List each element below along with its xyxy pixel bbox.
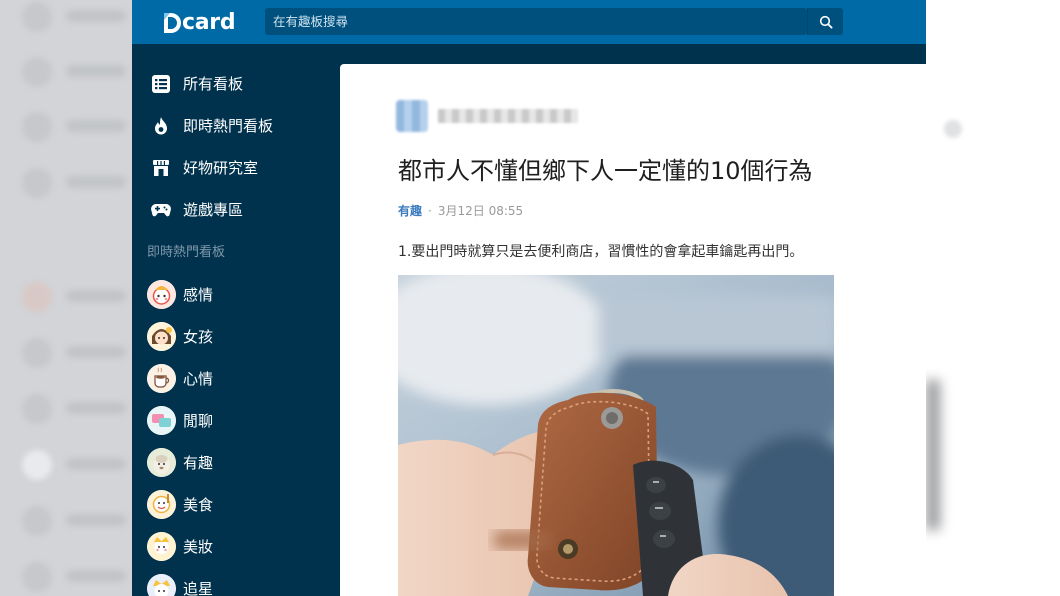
board-avatar [147,448,176,477]
post-photo [398,275,834,596]
sidebar-board-mood[interactable]: 心情 [132,361,340,397]
board-avatar [147,490,176,519]
sidebar-board-label: 閒聊 [183,412,214,430]
meta-separator: · [428,204,432,218]
sidebar-item-label: 即時熱門看板 [183,117,274,135]
sidebar-board-girl[interactable]: 女孩 [132,319,340,355]
background-row [22,112,126,142]
search-box[interactable] [265,8,807,35]
background-row [22,394,126,424]
board-avatar [147,280,176,309]
sidebar-item-label: 好物研究室 [183,159,259,177]
sidebar-board-label: 感情 [183,286,214,304]
sidebar-board-chat[interactable]: 閒聊 [132,403,340,439]
post-card: 都市人不懂但鄉下人一定懂的10個行為 有趣 · 3月12日 08:55 1.要出門時… [340,64,926,596]
board-avatar [147,574,176,596]
sidebar-item-goods-lab[interactable]: 好物研究室 [132,148,340,188]
dcard-logo-text: card [182,10,236,35]
sidebar-item-all-boards[interactable]: 所有看板 [132,64,340,104]
background-row [22,2,126,32]
sidebar-board-food[interactable]: 美食 [132,487,340,523]
board-avatar [147,406,176,435]
sidebar-board-makeup[interactable]: 美妝 [132,529,340,565]
top-navbar: card [132,0,926,44]
author-name-blurred [438,109,578,123]
background-blur-right [926,0,1060,596]
board-avatar [147,322,176,351]
dcard-logo-icon [162,11,181,35]
sidebar-section-title: 即時熱門看板 [147,245,226,260]
dcard-logo[interactable]: card [162,9,236,37]
search-input[interactable] [265,8,805,35]
sidebar-board-funny[interactable]: 有趣 [132,445,340,481]
sidebar-board-label: 女孩 [183,328,214,346]
list-icon [151,74,171,94]
sidebar: 所有看板 即時熱門看板 好物研究室 遊戲專區 即時熱門看板 感情 女孩 心情 閒… [132,44,340,596]
sidebar-board-idol[interactable]: 追星 [132,571,340,596]
sidebar-board-label: 美妝 [183,538,214,556]
search-icon [819,15,833,29]
sidebar-item-label: 遊戲專區 [183,201,244,219]
background-row [22,506,126,536]
post-title: 都市人不懂但鄉下人一定懂的10個行為 [398,157,813,185]
background-row [22,450,126,480]
background-row [22,338,126,368]
author-avatar-blurred [396,100,428,132]
background-row [22,57,126,87]
sidebar-board-relationship[interactable]: 感情 [132,277,340,313]
sidebar-board-label: 心情 [183,370,214,388]
background-row [22,282,126,312]
background-row [22,562,126,592]
background-row [22,168,126,198]
search-button[interactable] [807,8,843,35]
background-blur-left [0,0,132,596]
sidebar-item-trending-boards[interactable]: 即時熱門看板 [132,106,340,146]
flame-icon [151,116,171,136]
store-icon [151,158,171,178]
sidebar-item-games[interactable]: 遊戲專區 [132,190,340,230]
post-photo-image [398,275,834,596]
board-avatar [147,532,176,561]
sidebar-item-label: 所有看板 [183,75,244,93]
post-board-link[interactable]: 有趣 [398,204,422,218]
sidebar-board-label: 有趣 [183,454,214,472]
post-body-text: 1.要出門時就算只是去便利商店，習慣性的會拿起車鑰匙再出門。 [398,244,804,260]
post-meta: 有趣 · 3月12日 08:55 [398,203,523,219]
post-date: 3月12日 08:55 [437,204,524,218]
sidebar-board-label: 追星 [183,580,214,596]
sidebar-board-label: 美食 [183,496,214,514]
board-avatar [147,364,176,393]
gamepad-icon [151,200,171,220]
